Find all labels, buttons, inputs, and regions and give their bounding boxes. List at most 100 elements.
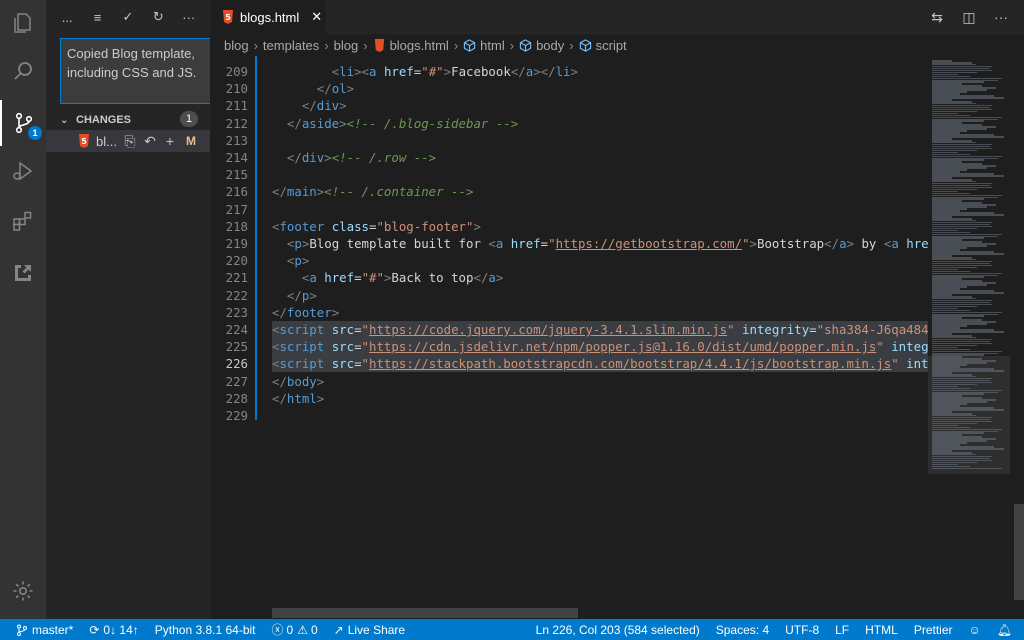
chevron-right-icon: ›: [253, 37, 258, 53]
open-changes-icon[interactable]: ⇆: [928, 9, 946, 26]
changed-file-row[interactable]: 5 bl... ⎘ ↶ + M: [46, 130, 210, 152]
line-number: 229: [225, 408, 248, 423]
chevron-right-icon: ›: [509, 37, 515, 53]
run-debug-icon[interactable]: [0, 148, 46, 194]
breadcrumb: blog › templates › blog › blogs.html › html ›…: [210, 34, 1024, 56]
changed-file-name: bl...: [96, 133, 117, 149]
open-file-icon[interactable]: ⎘: [120, 133, 140, 150]
split-editor-icon[interactable]: ◫: [960, 9, 978, 26]
code-line-text: <footer class="blog-footer">: [272, 218, 481, 234]
notifications-bell-icon[interactable]: 🔔︎: [997, 623, 1012, 637]
close-tab-icon[interactable]: ✕: [311, 9, 322, 25]
encoding[interactable]: UTF-8: [785, 623, 819, 637]
view-as-tree-icon[interactable]: ≡: [88, 10, 108, 25]
code-line-text: <p>: [286, 253, 310, 269]
breadcrumb-item[interactable]: blog: [224, 38, 249, 53]
code-line[interactable]: </html>: [258, 390, 928, 407]
discard-changes-icon[interactable]: ↶: [140, 133, 160, 150]
breadcrumb-item[interactable]: body: [536, 38, 564, 53]
code-line[interactable]: </main><!-- /.container -->: [258, 183, 928, 200]
line-number: 211: [225, 98, 248, 114]
code-line-text: </p>: [286, 287, 317, 303]
formatter[interactable]: Prettier: [914, 623, 953, 637]
code-line[interactable]: <a href="#">Back to top</a>: [258, 269, 928, 286]
code-line[interactable]: [258, 201, 928, 218]
feedback-icon[interactable]: ☺: [969, 623, 981, 637]
error-icon: ⓧ: [271, 623, 284, 637]
commit-check-icon[interactable]: ✓: [118, 9, 138, 25]
overflow-menu-icon[interactable]: ···: [179, 10, 199, 25]
git-branch[interactable]: master*: [16, 623, 73, 637]
code-line[interactable]: </div><!-- /.row -->: [258, 149, 928, 166]
changes-count-badge: 1: [180, 111, 198, 127]
code-line-text: </footer>: [272, 304, 340, 320]
indentation[interactable]: Spaces: 4: [716, 623, 769, 637]
settings-gear-icon[interactable]: [0, 568, 46, 614]
code-line[interactable]: <footer class="blog-footer">: [258, 218, 928, 235]
warning-icon: ⚠: [297, 622, 308, 637]
changes-label: CHANGES: [76, 114, 132, 126]
breadcrumb-item[interactable]: blogs.html: [390, 38, 449, 53]
code-line[interactable]: <li><a href="#">Facebook</a></li>: [258, 63, 928, 80]
live-share-arrow-icon: ↗: [333, 622, 344, 637]
breadcrumb-item[interactable]: blog: [334, 38, 359, 53]
vertical-scrollbar[interactable]: [1012, 56, 1024, 619]
editor-more-icon[interactable]: ···: [992, 9, 1010, 25]
cursor-position[interactable]: Ln 226, Col 203 (584 selected): [536, 623, 700, 637]
code-line-text: <a href="#">Back to top</a>: [301, 270, 504, 286]
more-actions-ellipsis[interactable]: ...: [57, 10, 77, 25]
tab-blogs-html[interactable]: 5 blogs.html ✕: [210, 0, 326, 34]
explorer-icon[interactable]: [0, 0, 46, 46]
code-line[interactable]: [258, 407, 928, 424]
line-number: 227: [225, 373, 248, 389]
python-interpreter[interactable]: Python 3.8.1 64-bit: [155, 623, 256, 637]
code-line-text: </main><!-- /.container -->: [272, 184, 474, 200]
minimap[interactable]: [928, 56, 1010, 619]
extensions-icon[interactable]: [0, 198, 46, 244]
line-number: 217: [225, 201, 248, 217]
sync-icon: ⟳: [89, 622, 100, 637]
html-file-icon: [374, 38, 384, 52]
modified-status-badge: M: [186, 134, 196, 148]
breadcrumb-item[interactable]: script: [596, 38, 627, 53]
code-line[interactable]: <script src="https://stackpath.bootstrap…: [258, 355, 928, 373]
refresh-icon[interactable]: ↻: [148, 9, 168, 25]
breadcrumb-item[interactable]: html: [480, 38, 505, 53]
live-share-icon[interactable]: [0, 250, 46, 296]
code-editor[interactable]: <li><a href="#">Facebook</a></li> </ol> …: [258, 56, 928, 619]
chevron-right-icon: ›: [569, 37, 574, 53]
vertical-scrollbar-thumb[interactable]: [1014, 504, 1024, 600]
code-line[interactable]: <script src="https://cdn.jsdelivr.net/np…: [258, 338, 928, 356]
search-icon[interactable]: [0, 48, 46, 94]
code-line[interactable]: </body>: [258, 373, 928, 390]
live-share-button[interactable]: ↗ Live Share: [334, 623, 405, 637]
scm-badge: 1: [28, 126, 42, 140]
horizontal-scrollbar-thumb[interactable]: [272, 608, 578, 618]
editor-tab-bar: 5 blogs.html ✕ ⇆ ◫ ···: [210, 0, 1024, 34]
language-mode[interactable]: HTML: [865, 623, 898, 637]
code-line-text: <script src="https://stackpath.bootstrap…: [272, 355, 928, 373]
html-file-icon: 5: [223, 10, 233, 24]
element-cube-icon: [579, 38, 591, 52]
code-line-text: </aside><!-- /.blog-sidebar -->: [286, 115, 519, 131]
stage-changes-icon[interactable]: +: [160, 133, 180, 149]
code-line[interactable]: [258, 166, 928, 183]
code-line[interactable]: </ol>: [258, 80, 928, 97]
source-control-icon[interactable]: 1: [0, 100, 46, 146]
code-line[interactable]: </p>: [258, 287, 928, 304]
code-line[interactable]: [258, 132, 928, 149]
code-line-text: <li><a href="#">Facebook</a></li>: [331, 64, 578, 79]
code-line[interactable]: </aside><!-- /.blog-sidebar -->: [258, 115, 928, 132]
code-line[interactable]: </div>: [258, 97, 928, 114]
line-number: 226: [225, 356, 248, 372]
sync-status[interactable]: ⟳ 0↓ 14↑: [89, 623, 138, 637]
editor-actions: ⇆ ◫ ···: [928, 0, 1010, 34]
code-line[interactable]: <script src="https://code.jquery.com/jqu…: [258, 321, 928, 338]
git-branch-icon: [17, 624, 27, 636]
code-line[interactable]: </footer>: [258, 304, 928, 321]
code-line[interactable]: <p>: [258, 252, 928, 269]
problems-indicator[interactable]: ⓧ 0 ⚠ 0: [272, 621, 318, 638]
end-of-line[interactable]: LF: [835, 623, 849, 637]
breadcrumb-item[interactable]: templates: [263, 38, 319, 53]
code-line[interactable]: <p>Blog template built for <a href="http…: [258, 235, 928, 252]
